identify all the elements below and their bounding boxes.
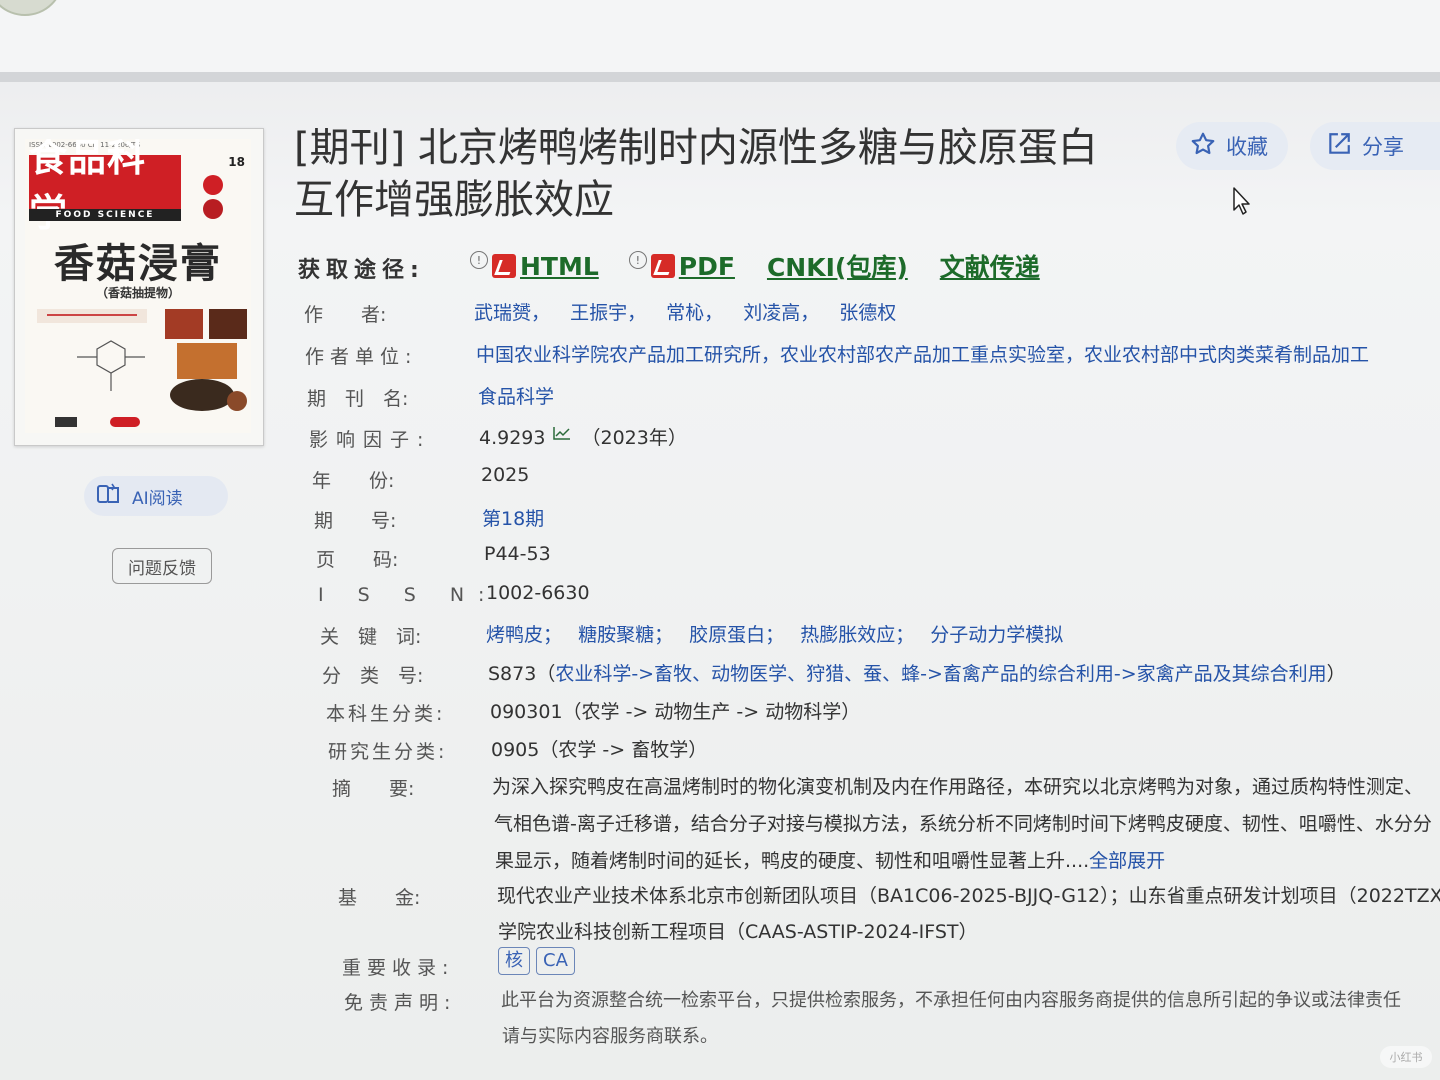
fund-line-1: 现代农业产业技术体系北京市创新团队项目（BA1C06-2025-BJJQ-G12…: [497, 885, 1440, 907]
favorite-button[interactable]: 收藏: [1176, 122, 1288, 170]
fund-line-2: 学院农业科技创新工程项目（CAAS-ASTIP-2024-IFST）: [498, 921, 978, 943]
fund-label: 基 金:: [338, 887, 421, 909]
html-icon: [492, 254, 516, 278]
ai-read-label: AI阅读: [132, 488, 183, 509]
impact-factor-label: 影响因子:: [309, 429, 432, 451]
cover-issue-number: 18: [228, 155, 245, 169]
cover-footer: [55, 417, 225, 429]
issue-label: 期 号:: [314, 510, 397, 532]
affiliation-value[interactable]: 中国农业科学院农产品加工研究所，农业农村部农产品加工重点实验室，农业农村部中式肉…: [476, 340, 1440, 367]
access-links: ! HTML ! PDF CNKI(包库) 文献传递: [470, 248, 1040, 284]
disclaimer-line-1: 此平台为资源整合统一检索平台，只提供检索服务，不承担任何由内容服务商提供的信息所…: [501, 990, 1401, 1011]
disclaimer-label: 免责声明:: [344, 992, 457, 1014]
index-label: 重要收录:: [342, 957, 455, 979]
info-icon: !: [470, 251, 488, 269]
keyword-link[interactable]: 胶原蛋白；: [689, 624, 784, 646]
affiliation-label: 作者单位:: [305, 346, 418, 368]
postgrad-class-label: 研究生分类:: [328, 741, 448, 763]
abstract-line-1: 为深入探究鸭皮在高温烤制时的物化演变机制及内在作用路径，本研究以北京烤鸭为对象，…: [492, 776, 1424, 798]
share-label: 分享: [1362, 135, 1404, 159]
index-badges: 核 CA: [498, 947, 581, 975]
authors-list: 武瑞赟， 王振宇， 常杺， 刘凌高， 张德权: [474, 298, 896, 325]
author-link[interactable]: 张德权: [839, 302, 896, 324]
keywords-label: 关 键 词:: [320, 626, 422, 648]
core-journal-badge[interactable]: 核: [498, 947, 530, 975]
author-link[interactable]: 武瑞赟，: [474, 302, 550, 324]
authors-label: 作 者:: [304, 304, 387, 326]
header-divider: [0, 72, 1440, 82]
pdf-icon: [650, 254, 675, 278]
share-icon: [1326, 131, 1352, 162]
undergrad-class-label: 本科生分类:: [326, 703, 446, 725]
classification-code: S873（: [488, 663, 556, 685]
trend-chart-icon[interactable]: [553, 423, 571, 445]
abstract-line-3: 果显示，随着烤制时间的延长，鸭皮的硬度、韧性和咀嚼性显著上升....全部展开: [495, 846, 1165, 873]
abstract-line-3-text: 果显示，随着烤制时间的延长，鸭皮的硬度、韧性和咀嚼性显著上升....: [495, 850, 1090, 872]
article-title: [期刊] 北京烤鸭烤制时内源性多糖与胶原蛋白互作增强膨胀效应: [294, 125, 1098, 223]
favorite-label: 收藏: [1226, 135, 1268, 159]
ai-read-button[interactable]: AI阅读: [84, 476, 228, 516]
cover-feature-title: 香菇浸膏: [54, 241, 222, 287]
disclaimer-line-2: 请与实际内容服务商联系。: [502, 1026, 718, 1047]
cover-issue-mark: 18: [189, 155, 245, 221]
html-link[interactable]: HTML: [520, 252, 599, 281]
cover-artwork: [37, 309, 247, 411]
site-logo[interactable]: [0, 0, 64, 16]
impact-factor-value: 4.9293: [479, 427, 546, 449]
keyword-link[interactable]: 分子动力学模拟: [930, 624, 1063, 646]
info-icon: !: [628, 251, 647, 269]
journal-label: 期 刊 名:: [307, 388, 409, 410]
classification-path-link[interactable]: 农业科学->畜牧、动物医学、狩猎、蚕、蜂->畜禽产品的综合利用->家禽产品及其综…: [555, 663, 1326, 685]
keyword-link[interactable]: 糖胺聚糖；: [578, 624, 673, 646]
cover-masthead: 食品科学: [29, 139, 181, 235]
abstract-label: 摘 要:: [332, 778, 415, 800]
access-label: 获取途径:: [298, 258, 425, 283]
pages-value: P44-53: [484, 543, 551, 565]
year-value: 2025: [481, 464, 530, 486]
cover-image: ISSN 1002-6630 CN 11-2206/TS 食品科学 FOOD S…: [25, 139, 251, 433]
journal-cover[interactable]: ISSN 1002-6630 CN 11-2206/TS 食品科学 FOOD S…: [14, 128, 264, 446]
impact-factor-row: 4.9293 （2023年）: [479, 423, 687, 450]
author-link[interactable]: 常杺，: [666, 302, 723, 324]
issue-link[interactable]: 第18期: [482, 504, 544, 531]
pdf-link[interactable]: PDF: [679, 252, 735, 281]
cover-feature-subtitle: （香菇抽提物）: [95, 286, 180, 300]
ca-badge[interactable]: CA: [536, 947, 575, 975]
top-header: [0, 0, 1440, 72]
document-delivery-link[interactable]: 文献传递: [940, 248, 1040, 284]
issn-label: I S S N:: [318, 584, 499, 606]
classification-label: 分 类 号:: [322, 665, 424, 687]
journal-link[interactable]: 食品科学: [478, 382, 554, 409]
share-button[interactable]: 分享: [1310, 122, 1440, 170]
feedback-button[interactable]: 问题反馈: [112, 548, 212, 584]
abstract-line-2: 气相色谱-离子迁移谱，结合分子对接与模拟方法，系统分析不同烤制时间下烤鸭皮硬度、…: [494, 813, 1432, 835]
year-label: 年 份:: [312, 470, 395, 492]
impact-factor-year: （2023年）: [581, 427, 687, 449]
undergrad-class-value: 090301（农学 -> 动物生产 -> 动物科学）: [490, 701, 861, 723]
author-link[interactable]: 刘凌高，: [743, 302, 819, 324]
postgrad-class-value: 0905（农学 -> 畜牧学）: [491, 739, 708, 761]
keywords-list: 烤鸭皮； 糖胺聚糖； 胶原蛋白； 热膨胀效应； 分子动力学模拟: [486, 620, 1063, 647]
keyword-link[interactable]: 热膨胀效应；: [800, 624, 914, 646]
mouse-cursor-icon: [1233, 187, 1250, 215]
expand-all-link[interactable]: 全部展开: [1089, 850, 1165, 872]
keyword-link[interactable]: 烤鸭皮；: [486, 624, 562, 646]
classification-close: ）: [1326, 663, 1346, 685]
cover-masthead-en: FOOD SCIENCE: [29, 209, 181, 221]
watermark: 小红书: [1380, 1046, 1432, 1068]
pages-label: 页 码:: [316, 549, 399, 571]
issn-value: 1002-6630: [486, 582, 590, 604]
author-link[interactable]: 王振宇，: [570, 302, 646, 324]
classification-value: S873（农业科学->畜牧、动物医学、狩猎、蚕、蜂->畜禽产品的综合利用->家禽…: [488, 659, 1346, 686]
cnki-link[interactable]: CNKI(包库): [767, 248, 908, 284]
ai-read-icon: [96, 482, 122, 511]
star-icon: [1190, 131, 1216, 162]
